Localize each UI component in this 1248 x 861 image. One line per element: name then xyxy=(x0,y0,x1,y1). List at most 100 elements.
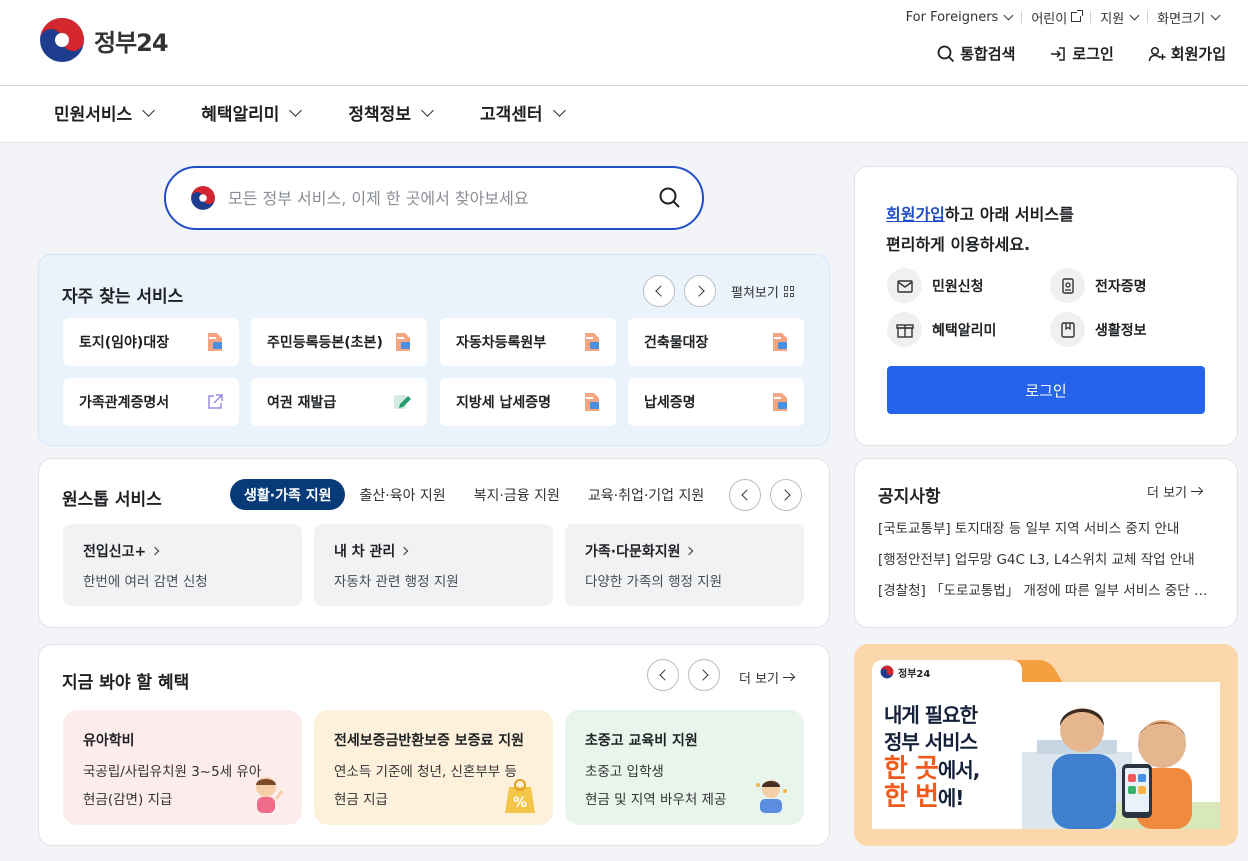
notice-more-link[interactable]: 더 보기 xyxy=(1147,482,1203,501)
login-link[interactable]: 로그인 xyxy=(1049,43,1114,64)
gnb-benefit-alerts[interactable]: 혜택알리미 xyxy=(201,100,303,125)
signup-accent-link[interactable]: 회원가입 xyxy=(886,205,945,224)
service-card-tax-cert[interactable]: 납세증명 xyxy=(628,378,804,426)
signup-label: 회원가입 xyxy=(1170,45,1226,63)
quick-benefit-alert[interactable]: 혜택알리미 xyxy=(887,312,996,347)
benefit-card-education-cost[interactable]: 초중고 교육비 지원 초중고 입학생 현금 및 지역 바우처 제공 xyxy=(565,710,804,825)
main-search-box xyxy=(164,166,704,230)
quick-civil-request[interactable]: 민원신청 xyxy=(887,268,984,303)
util-for-foreigners[interactable]: For Foreigners xyxy=(897,8,1022,26)
logo[interactable]: 정부24 xyxy=(38,16,169,64)
service-card-family-cert[interactable]: 가족관계증명서 xyxy=(63,378,239,426)
util-support[interactable]: 지원 xyxy=(1091,8,1147,27)
next-button[interactable] xyxy=(688,659,720,691)
pdf-doc-icon xyxy=(396,333,410,351)
banner-line: 정부 서비스 xyxy=(884,730,978,754)
external-link-icon xyxy=(208,394,223,409)
onestop-card-move-in[interactable]: 전입신고+ 한번에 여러 감면 신청 xyxy=(63,524,302,606)
spread-view-button[interactable]: 펼쳐보기 xyxy=(731,282,795,301)
bookmark-icon xyxy=(1050,312,1085,347)
banner-line: 내게 필요한 xyxy=(884,703,978,727)
service-label: 건축물대장 xyxy=(644,335,709,351)
quick-label: 민원신청 xyxy=(932,278,984,295)
child-illustration-icon xyxy=(256,777,284,813)
quick-label: 혜택알리미 xyxy=(932,322,997,339)
gift-icon xyxy=(887,312,922,347)
search-icon[interactable] xyxy=(658,186,682,210)
notice-item[interactable]: [행정안전부] 업무망 G4C L3, L4스위치 교체 작업 안내 xyxy=(878,548,1216,568)
login-button[interactable]: 로그인 xyxy=(887,366,1205,414)
header: 정부24 For Foreigners 어린이 지원 화면크기 통합검색 로그인… xyxy=(0,0,1248,143)
tab-birth-childcare[interactable]: 출산·육아 지원 xyxy=(345,479,459,510)
benefit-card-kindergarten[interactable]: 유아학비 국공립/사립유치원 3~5세 유아 현금(감면) 지급 xyxy=(63,710,302,825)
notice-item[interactable]: [국토교통부] 토지대장 등 일부 지역 서비스 중지 안내 xyxy=(878,517,1216,537)
benefit-title: 유아학비 xyxy=(83,733,135,749)
promo-banner[interactable]: 정부24 내게 필요한 정부 서비스 한 곳에서, 한 번에! xyxy=(854,644,1238,846)
chevron-down-icon xyxy=(1003,10,1014,20)
divider xyxy=(0,85,1248,86)
service-card-vehicle-register[interactable]: 자동차등록원부 xyxy=(440,318,616,366)
spread-label: 펼쳐보기 xyxy=(731,286,779,301)
banner-line: 한 곳에서, xyxy=(884,754,980,784)
integrated-search-button[interactable]: 통합검색 xyxy=(937,43,1015,64)
quick-life-info[interactable]: 생활정보 xyxy=(1050,312,1147,347)
signup-link[interactable]: 회원가입 xyxy=(1148,43,1226,64)
util-kids[interactable]: 어린이 xyxy=(1022,8,1090,27)
login-label: 로그인 xyxy=(1072,45,1114,63)
banner-tab: 정부24 xyxy=(872,660,1022,684)
next-button[interactable] xyxy=(684,275,716,307)
onestop-card-family-multicultural[interactable]: 가족·다문화지원 다양한 가족의 행정 지원 xyxy=(565,524,804,606)
student-illustration-icon xyxy=(756,780,787,813)
gnb-customer-center[interactable]: 고객센터 xyxy=(480,100,566,125)
tab-education-jobs[interactable]: 교육·취업·기업 지원 xyxy=(574,479,718,510)
prev-button[interactable] xyxy=(729,479,761,511)
prev-button[interactable] xyxy=(647,659,679,691)
gnb-policy-info[interactable]: 정책정보 xyxy=(348,100,434,125)
banner-text: 에! xyxy=(937,786,965,810)
utility-bar: For Foreigners 어린이 지원 화면크기 xyxy=(897,8,1228,27)
mail-doc-icon xyxy=(887,268,922,303)
banner-highlight: 한 곳 xyxy=(884,754,939,784)
signup-message-line1: 회원가입하고 아래 서비스를 xyxy=(886,200,1074,230)
tab-welfare-finance[interactable]: 복지·금융 지원 xyxy=(460,479,574,510)
benefit-card-deposit-guarantee[interactable]: 전세보증금반환보증 보증료 지원 연소득 기준에 청년, 신혼부부 등 현금 지… xyxy=(314,710,553,825)
pdf-doc-icon xyxy=(208,333,222,351)
frequent-services-title: 자주 찾는 서비스 xyxy=(62,287,184,307)
notice-item[interactable]: [경찰청] 「도로교통법」 개정에 따른 일부 서비스 중단 안내 xyxy=(878,579,1216,599)
onestop-title: 원스톱 서비스 xyxy=(62,490,162,510)
onestop-card-my-car[interactable]: 내 차 관리 자동차 관련 행정 지원 xyxy=(314,524,553,606)
id-card-icon xyxy=(1050,268,1085,303)
next-button[interactable] xyxy=(770,479,802,511)
onestop-card-title: 가족·다문화지원 xyxy=(585,541,784,561)
logo-text: 정부24 xyxy=(94,28,169,57)
onestop-card-desc: 자동차 관련 행정 지원 xyxy=(334,574,459,590)
benefits-more-link[interactable]: 더 보기 xyxy=(739,668,795,687)
chevron-down-icon xyxy=(142,103,156,117)
service-card-local-tax-cert[interactable]: 지방세 납세증명 xyxy=(440,378,616,426)
banner-text: 에서, xyxy=(937,758,980,782)
chevron-left-icon xyxy=(740,489,753,501)
chevron-down-icon xyxy=(1210,10,1221,20)
service-card-resident-register[interactable]: 주민등록등본(초본) xyxy=(251,318,427,366)
gnb-civil-services[interactable]: 민원서비스 xyxy=(54,100,156,125)
pdf-doc-icon xyxy=(585,333,599,351)
prev-button[interactable] xyxy=(643,275,675,307)
more-label: 더 보기 xyxy=(1147,486,1188,501)
quick-e-cert[interactable]: 전자증명 xyxy=(1050,268,1147,303)
chevron-right-icon xyxy=(778,489,791,501)
banner-line: 한 번에! xyxy=(884,784,979,812)
banner-highlight: 한 번 xyxy=(884,782,939,812)
service-card-passport[interactable]: 여권 재발급 xyxy=(251,378,427,426)
service-card-land-register[interactable]: 토지(임야)대장 xyxy=(63,318,239,366)
more-label: 더 보기 xyxy=(739,672,780,687)
banner-logo-text: 정부24 xyxy=(898,668,931,680)
search-input[interactable] xyxy=(228,188,658,208)
service-label: 여권 재발급 xyxy=(267,395,337,411)
svg-text:%: % xyxy=(513,795,527,811)
top-actions: 통합검색 로그인 회원가입 xyxy=(937,43,1226,64)
divider xyxy=(0,142,1248,143)
chevron-left-icon xyxy=(658,669,671,681)
util-screen-size[interactable]: 화면크기 xyxy=(1148,8,1228,27)
service-card-building-register[interactable]: 건축물대장 xyxy=(628,318,804,366)
tab-life-family[interactable]: 생활·가족 지원 xyxy=(230,479,346,510)
